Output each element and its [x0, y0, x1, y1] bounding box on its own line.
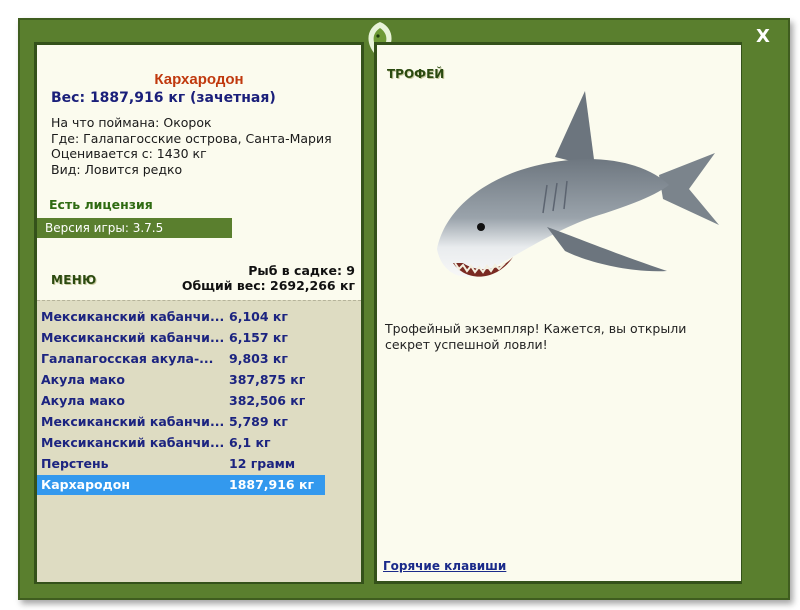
window-frame-edge [742, 42, 772, 584]
list-item[interactable]: Мексиканский кабанчи... 6,1 кг [37, 433, 325, 453]
menu-button[interactable]: МЕНЮ [51, 273, 96, 287]
list-item[interactable]: Мексиканский кабанчи... 6,104 кг [37, 307, 325, 327]
fish-details: На что поймана: Окорок Где: Галапагосски… [51, 115, 332, 177]
list-item-selected[interactable]: Кархародон 1887,916 кг [37, 475, 325, 495]
fish-weight: Вес: 1887,916 кг (зачетная) [51, 90, 276, 106]
license-status: Есть лицензия [49, 197, 153, 212]
list-item[interactable]: Мексиканский кабанчи... 5,789 кг [37, 412, 325, 432]
list-item[interactable]: Мексиканский кабанчи... 6,157 кг [37, 328, 325, 348]
catch-list: Мексиканский кабанчи... 6,104 кг Мексика… [37, 300, 361, 582]
fish-name: Кархародон [154, 71, 244, 88]
list-item[interactable]: Акула мако 382,506 кг [37, 391, 325, 411]
keepnet-stats: Рыб в садке: 9 Общий вес: 2692,266 кг [182, 263, 355, 293]
type-line: Вид: Ловится редко [51, 161, 183, 177]
fish-info-panel: Кархародон Вес: 1887,916 кг (зачетная) Н… [34, 42, 364, 584]
shark-image [437, 91, 719, 277]
trophy-message: Трофейный экземпляр! Кажется, вы открыли… [385, 321, 687, 352]
fish-count: Рыб в садке: 9 [248, 263, 355, 278]
game-version: Версия игры: 3.7.5 [37, 218, 232, 238]
catch-window: X Кархародон Вес: 1887,916 кг (зачетная)… [18, 18, 790, 600]
list-item[interactable]: Перстень 12 грамм [37, 454, 325, 474]
hotkeys-link[interactable]: Горячие клавиши [383, 559, 506, 573]
total-weight: Общий вес: 2692,266 кг [181, 278, 355, 293]
trophy-panel: ТРОФЕЙ Трофейный экземпляр! Кажется, вы … [374, 42, 742, 584]
location-line: Где: Галапагосские острова, Санта-Мария [51, 130, 332, 146]
bait-line: На что поймана: Окорок [51, 115, 212, 130]
list-item[interactable]: Акула мако 387,875 кг [37, 370, 325, 390]
rated-line: Оценивается с: 1430 кг [51, 146, 207, 161]
list-item[interactable]: Галапагосская акула-... 9,803 кг [37, 349, 325, 369]
